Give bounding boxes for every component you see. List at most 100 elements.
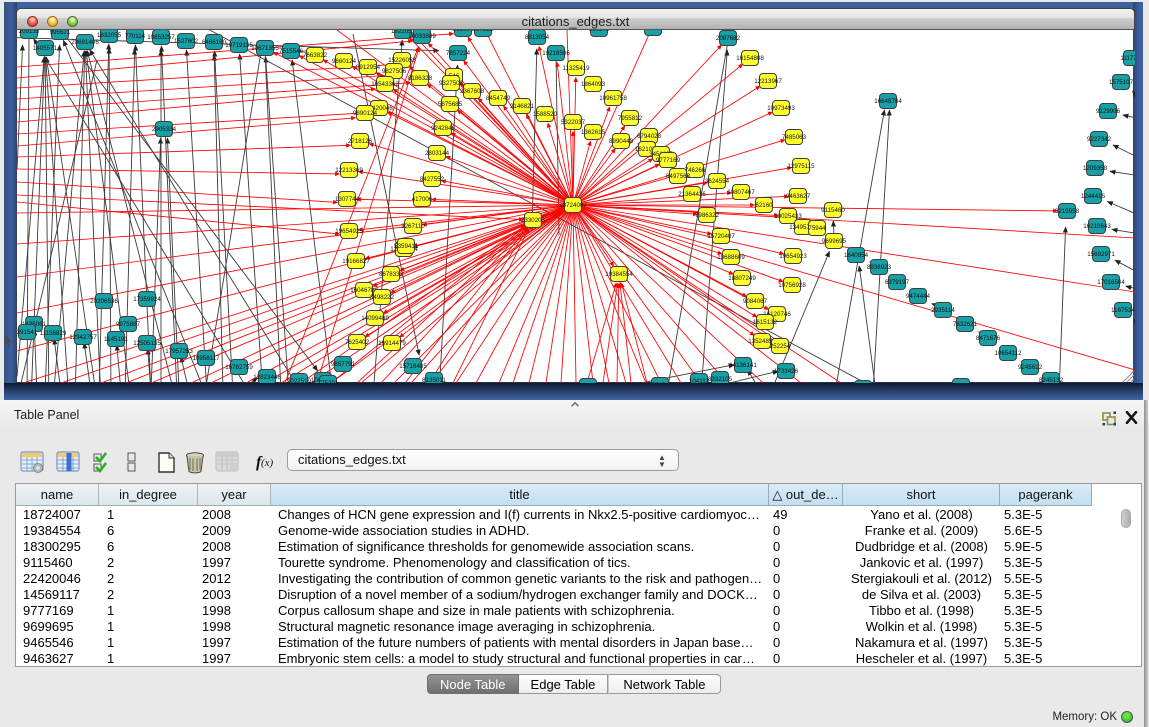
svg-text:10671355: 10671355 xyxy=(251,45,279,52)
svg-text:1733426: 1733426 xyxy=(774,368,799,375)
svg-text:6379197: 6379197 xyxy=(885,279,910,286)
svg-text:9975887: 9975887 xyxy=(116,321,141,328)
svg-text:2087682: 2087682 xyxy=(716,35,741,42)
svg-text:9245612: 9245612 xyxy=(1018,364,1043,371)
svg-text:1209358: 1209358 xyxy=(1083,165,1108,172)
svg-text:1864093: 1864093 xyxy=(581,81,606,88)
svg-text:252254: 252254 xyxy=(770,343,791,350)
svg-text:8990448: 8990448 xyxy=(609,138,634,145)
svg-text:1640954: 1640954 xyxy=(844,252,869,259)
svg-text:9890124: 9890124 xyxy=(353,110,378,117)
svg-text:99121: 99121 xyxy=(644,30,662,32)
svg-text:1405571: 1405571 xyxy=(33,45,58,52)
svg-text:10719135: 10719135 xyxy=(225,42,253,49)
svg-text:8471676: 8471676 xyxy=(976,335,1001,342)
svg-text:770114: 770114 xyxy=(125,33,146,40)
svg-text:7663822: 7663822 xyxy=(303,52,328,59)
svg-text:1307744: 1307744 xyxy=(335,196,360,203)
svg-text:3498222: 3498222 xyxy=(370,294,395,301)
svg-text:8427552: 8427552 xyxy=(420,176,445,183)
svg-text:7625402: 7625402 xyxy=(345,339,370,346)
svg-text:1362615: 1362615 xyxy=(581,129,606,136)
svg-text:104113: 104113 xyxy=(689,378,710,383)
svg-text:9022519: 9022519 xyxy=(287,378,312,383)
svg-text:15716485: 15716485 xyxy=(399,363,427,370)
svg-text:775201: 775201 xyxy=(318,380,339,383)
svg-text:10961758: 10961758 xyxy=(599,95,627,102)
svg-text:18724007: 18724007 xyxy=(559,202,587,209)
svg-text:1588520: 1588520 xyxy=(533,111,558,118)
svg-text:2718126: 2718126 xyxy=(348,138,373,145)
svg-text:7485063: 7485063 xyxy=(782,134,807,141)
svg-text:8135011: 8135011 xyxy=(422,377,446,383)
svg-text:20206536: 20206536 xyxy=(90,298,118,305)
svg-text:11156829: 11156829 xyxy=(40,330,67,337)
svg-text:8678332: 8678332 xyxy=(379,271,404,278)
svg-text:16210643: 16210643 xyxy=(1083,223,1111,230)
svg-text:10025433: 10025433 xyxy=(774,213,802,220)
svg-text:9699695: 9699695 xyxy=(822,238,847,245)
svg-text:1145191: 1145191 xyxy=(104,336,128,343)
svg-text:12213967: 12213967 xyxy=(754,78,782,85)
svg-text:2905334: 2905334 xyxy=(152,126,177,133)
svg-text:9227342: 9227342 xyxy=(1087,136,1112,143)
svg-text:10973493: 10973493 xyxy=(767,105,795,112)
svg-text:20691406: 20691406 xyxy=(71,39,99,46)
svg-text:19654925: 19654925 xyxy=(335,228,363,235)
svg-text:8813054: 8813054 xyxy=(525,34,550,41)
svg-text:9115460: 9115460 xyxy=(821,207,845,214)
svg-text:7515546: 7515546 xyxy=(279,48,304,55)
svg-text:9474444: 9474444 xyxy=(906,293,931,300)
svg-text:1575107: 1575107 xyxy=(1109,79,1134,86)
svg-text:16782759: 16782759 xyxy=(225,364,253,371)
svg-text:10756928: 10756928 xyxy=(778,282,806,289)
svg-text:10958117: 10958117 xyxy=(192,355,220,362)
svg-text:1832055: 1832055 xyxy=(97,32,122,39)
svg-text:9327508: 9327508 xyxy=(439,80,464,87)
svg-text:10807467: 10807467 xyxy=(727,189,755,196)
svg-text:16543362: 16543362 xyxy=(371,81,399,88)
svg-text:18807249: 18807249 xyxy=(728,275,756,282)
svg-text:15692971: 15692971 xyxy=(1087,251,1115,258)
svg-text:16648784: 16648784 xyxy=(874,98,902,105)
svg-text:12975115: 12975115 xyxy=(787,163,815,170)
svg-text:9084067: 9084067 xyxy=(743,298,768,305)
svg-text:9777169: 9777169 xyxy=(656,157,681,164)
svg-text:6466160: 6466160 xyxy=(202,39,227,46)
svg-text:8332105: 8332105 xyxy=(708,376,733,383)
svg-text:2330203: 2330203 xyxy=(521,217,546,224)
svg-text:1244415: 1244415 xyxy=(1081,193,1106,200)
svg-text:(x): (x) xyxy=(261,457,274,469)
svg-text:17016504: 17016504 xyxy=(1097,279,1125,286)
svg-text:7986322: 7986322 xyxy=(695,212,720,219)
svg-text:15226058: 15226058 xyxy=(388,57,416,64)
svg-text:9463627: 9463627 xyxy=(786,193,811,200)
svg-text:2803144: 2803144 xyxy=(425,150,450,157)
svg-text:19384554: 19384554 xyxy=(605,271,633,278)
svg-text:391541: 391541 xyxy=(17,329,38,336)
svg-text:7955812: 7955812 xyxy=(618,115,643,122)
svg-text:160341: 160341 xyxy=(589,30,610,33)
svg-text:17359924: 17359924 xyxy=(133,296,161,303)
svg-text:10654112: 10654112 xyxy=(994,350,1022,357)
svg-text:15720407: 15720407 xyxy=(707,233,735,240)
svg-text:19166827: 19166827 xyxy=(342,258,370,265)
svg-text:3267110: 3267110 xyxy=(401,223,425,230)
svg-text:8186328: 8186328 xyxy=(408,75,433,82)
svg-text:1167534: 1167534 xyxy=(1111,307,1135,314)
svg-text:7632621: 7632621 xyxy=(953,321,978,328)
svg-text:12505135: 12505135 xyxy=(133,340,161,347)
svg-text:16154808: 16154808 xyxy=(736,55,764,62)
svg-text:1615132: 1615132 xyxy=(753,319,778,326)
svg-text:12213369: 12213369 xyxy=(335,167,363,174)
svg-text:813904: 813904 xyxy=(453,30,474,33)
svg-text:9146821: 9146821 xyxy=(510,103,535,110)
svg-text:17957253: 17957253 xyxy=(165,348,193,355)
svg-text:9827506: 9827506 xyxy=(382,68,407,75)
svg-text:75944: 75944 xyxy=(808,225,826,232)
svg-text:5322037: 5322037 xyxy=(561,119,586,126)
svg-text:9660124: 9660124 xyxy=(332,58,357,65)
svg-text:9857791: 9857791 xyxy=(331,361,356,368)
svg-text:8245132: 8245132 xyxy=(1039,377,1064,383)
svg-text:77452: 77452 xyxy=(651,382,669,383)
